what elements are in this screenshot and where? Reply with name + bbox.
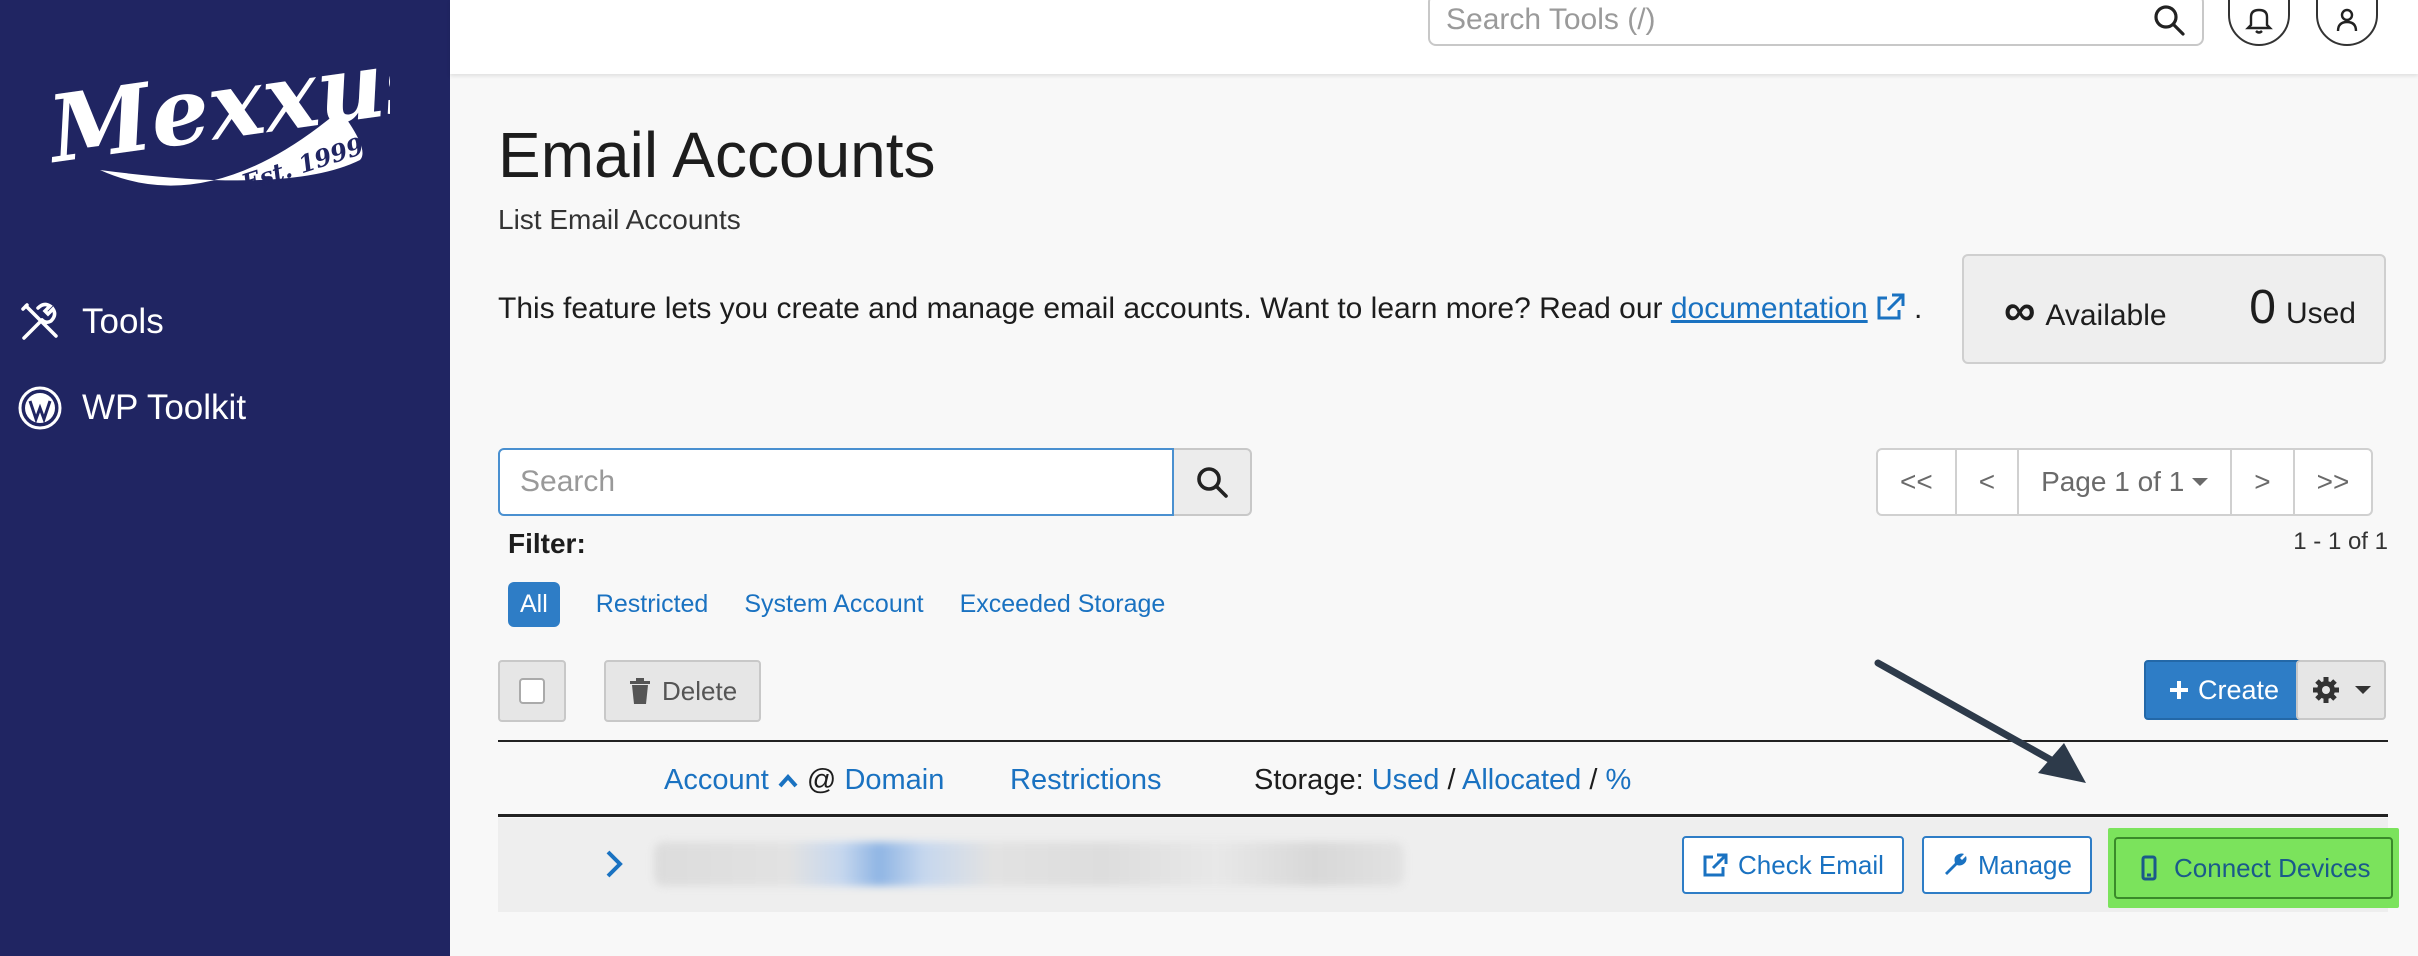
check-email-button[interactable]: Check Email: [1682, 836, 1904, 894]
filter-all[interactable]: All: [508, 582, 560, 627]
sort-allocated-link[interactable]: Allocated: [1462, 764, 1581, 796]
manage-button[interactable]: Manage: [1922, 836, 2092, 894]
search-icon: [1197, 467, 1228, 498]
page-subtitle: List Email Accounts: [498, 204, 741, 235]
trash-icon: [630, 678, 650, 704]
used-stat: 0 Used: [2249, 280, 2356, 335]
tools-search-placeholder: Search Tools (/): [1446, 3, 1656, 36]
user-menu-button[interactable]: [2316, 0, 2378, 46]
filter-label: Filter:: [508, 528, 586, 559]
sidebar-item-tools[interactable]: Tools: [18, 300, 164, 344]
result-count: 1 - 1 of 1: [2293, 528, 2388, 555]
check-email-label: Check Email: [1738, 849, 1884, 880]
plus-icon: [2170, 681, 2188, 699]
documentation-link[interactable]: documentation: [1671, 292, 1868, 325]
filter-system-account[interactable]: System Account: [744, 590, 923, 619]
separator: /: [1447, 764, 1456, 796]
first-page-button[interactable]: <<: [1876, 448, 1956, 516]
sidebar-item-label: Tools: [82, 302, 164, 341]
page-description: This feature lets you create and manage …: [498, 292, 1922, 326]
account-search-input[interactable]: [498, 448, 1174, 516]
create-button[interactable]: Create: [2144, 660, 2304, 720]
select-all-button[interactable]: [498, 660, 566, 722]
sort-used-link[interactable]: Used: [1372, 764, 1440, 796]
sidebar-item-label: WP Toolkit: [82, 388, 247, 427]
delete-label: Delete: [662, 675, 738, 706]
column-storage: Storage: Used / Allocated / %: [1254, 764, 1631, 797]
notifications-button[interactable]: [2228, 0, 2290, 46]
annotation-arrow: [1874, 659, 2086, 783]
external-link-icon[interactable]: [1874, 292, 1906, 322]
last-page-button[interactable]: >>: [2293, 448, 2374, 516]
connect-devices-label: Connect Devices: [2174, 852, 2371, 883]
prev-page-button[interactable]: <: [1955, 448, 2019, 516]
next-page-button[interactable]: >: [2231, 448, 2294, 516]
wordpress-icon: [18, 386, 62, 430]
gear-icon: [2313, 677, 2339, 703]
caret-down-icon: [2355, 686, 2371, 694]
sort-percent-link[interactable]: %: [1606, 764, 1632, 796]
select-all-checkbox[interactable]: [519, 678, 545, 704]
bell-icon: [2245, 8, 2273, 34]
available-stat: ∞ Available: [2004, 286, 2167, 336]
sidebar: Mexxus Est. 1999 Tools WP Toolkit: [0, 0, 450, 956]
available-value: ∞: [2004, 286, 2036, 335]
filter-restricted[interactable]: Restricted: [596, 590, 709, 619]
top-bar: Search Tools (/): [450, 0, 2418, 74]
sort-restrictions-link[interactable]: Restrictions: [1010, 764, 1162, 797]
filter-exceeded-storage[interactable]: Exceeded Storage: [960, 590, 1166, 619]
connect-devices-button[interactable]: Connect Devices: [2114, 837, 2393, 899]
tools-icon: [21, 302, 58, 340]
chevron-right-icon[interactable]: [602, 846, 626, 882]
column-account-domain: Account @ Domain: [664, 764, 944, 797]
redacted-account-info: [654, 842, 1404, 886]
at-sign: @: [806, 764, 837, 796]
storage-label: Storage:: [1254, 764, 1364, 796]
sidebar-item-wp-toolkit[interactable]: WP Toolkit: [18, 386, 246, 430]
account-search-button[interactable]: [1174, 448, 1252, 516]
external-link-icon: [1703, 853, 1728, 877]
sort-account-link[interactable]: Account: [664, 764, 769, 796]
description-suffix: .: [1905, 292, 1923, 325]
sort-domain-link[interactable]: Domain: [844, 764, 944, 796]
mobile-phone-icon: [2141, 855, 2157, 881]
settings-dropdown-button[interactable]: [2296, 660, 2386, 720]
wrench-icon: [1945, 853, 1967, 875]
account-stats: ∞ Available 0 Used: [1962, 254, 2386, 364]
caret-down-icon: [2192, 478, 2209, 486]
pagination: << < Page 1 of 1 > >>: [1876, 448, 2374, 516]
page-title: Email Accounts: [498, 119, 936, 191]
chevron-up-icon[interactable]: [777, 770, 799, 792]
page-select[interactable]: Page 1 of 1: [2018, 448, 2232, 516]
tools-search-input[interactable]: Search Tools (/): [1428, 0, 2204, 46]
filter-options: All Restricted System Account Exceeded S…: [508, 582, 1165, 627]
description-text: This feature lets you create and manage …: [498, 292, 1671, 325]
table-row: Check Email Manage Connect Devices: [498, 818, 2399, 912]
available-label: Available: [2045, 299, 2167, 332]
table-header-divider: [498, 814, 2388, 817]
search-icon[interactable]: [2152, 3, 2186, 37]
manage-label: Manage: [1978, 849, 2072, 880]
mexxus-logo[interactable]: Mexxus Est. 1999: [40, 20, 390, 220]
used-label: Used: [2285, 297, 2356, 330]
delete-button[interactable]: Delete: [604, 660, 762, 722]
separator: /: [1589, 764, 1598, 796]
account-search: [498, 448, 1252, 516]
page-label: Page 1 of 1: [2041, 466, 2185, 497]
used-value: 0: [2249, 281, 2276, 334]
create-label: Create: [2198, 674, 2280, 705]
user-icon: [2336, 8, 2358, 32]
connect-devices-highlight: Connect Devices: [2108, 828, 2399, 908]
